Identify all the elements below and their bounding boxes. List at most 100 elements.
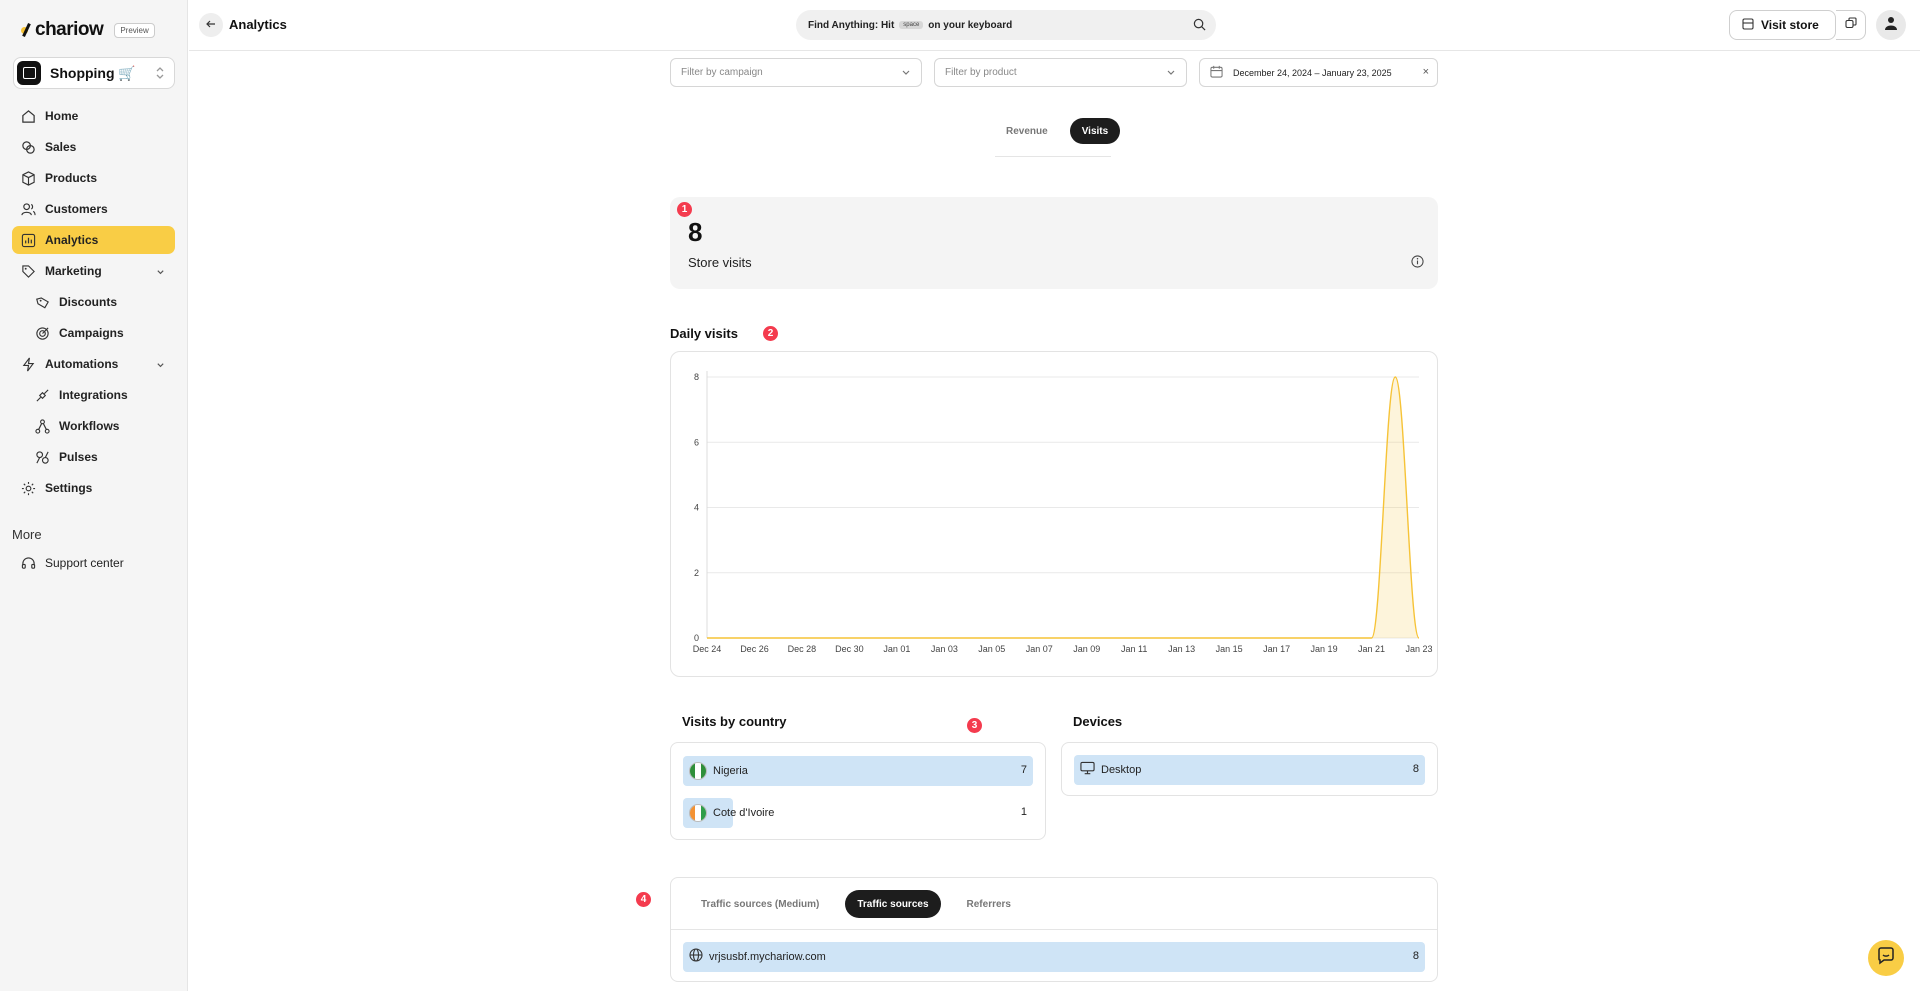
- sidebar: chariow Preview Shopping 🛒 Home Sales Pr…: [0, 0, 188, 991]
- campaign-filter[interactable]: Filter by campaign: [670, 58, 922, 87]
- sidebar-item-settings[interactable]: Settings: [12, 474, 175, 502]
- country-name: Cote d'Ivoire: [713, 807, 775, 819]
- pulses-icon: [34, 449, 50, 465]
- annotation-marker-3: 3: [967, 718, 982, 733]
- date-range-filter[interactable]: December 24, 2024 – January 23, 2025 ×: [1199, 58, 1438, 87]
- y-tick-label: 0: [694, 633, 699, 643]
- visits-by-country-list: Nigeria 7 Cote d'Ivoire 1: [670, 742, 1046, 840]
- monitor-icon: [1080, 761, 1095, 780]
- sidebar-item-integrations[interactable]: Integrations: [12, 381, 175, 409]
- home-icon: [20, 108, 36, 124]
- x-tick-label: Jan 21: [1358, 644, 1385, 654]
- sidebar-item-label: Support center: [45, 556, 124, 570]
- devices-list: Desktop 8: [1061, 742, 1438, 796]
- clear-date-icon[interactable]: ×: [1423, 66, 1429, 78]
- sidebar-item-campaigns[interactable]: Campaigns: [12, 319, 175, 347]
- plug-icon: [34, 387, 50, 403]
- device-row-desktop[interactable]: Desktop 8: [1074, 755, 1425, 785]
- y-tick-label: 4: [694, 503, 699, 513]
- sidebar-item-automations[interactable]: Automations: [12, 350, 175, 378]
- bolt-icon: [20, 356, 36, 372]
- sidebar-item-marketing[interactable]: Marketing: [12, 257, 175, 285]
- search-icon[interactable]: [1193, 18, 1206, 34]
- nigeria-flag-icon: [689, 762, 707, 780]
- tab-visits[interactable]: Visits: [1069, 118, 1121, 144]
- store-icon: [17, 61, 41, 85]
- coins-icon: [20, 139, 36, 155]
- sidebar-item-discounts[interactable]: Discounts: [12, 288, 175, 316]
- workflow-icon: [34, 418, 50, 434]
- sidebar-item-label: Workflows: [59, 419, 120, 433]
- sidebar-item-label: Discounts: [59, 295, 118, 309]
- sidebar-item-label: Products: [45, 171, 98, 185]
- arrow-left-icon: [206, 16, 216, 34]
- support-section: Support center: [12, 549, 175, 580]
- visits-by-country-title: Visits by country: [682, 714, 787, 729]
- chevron-updown-icon: [154, 66, 166, 80]
- more-section-label: More: [12, 527, 42, 542]
- sidebar-item-analytics[interactable]: Analytics: [12, 226, 175, 254]
- device-visits: 8: [1412, 763, 1419, 775]
- country-visits: 1: [1020, 806, 1027, 818]
- sidebar-item-customers[interactable]: Customers: [12, 195, 175, 223]
- traffic-source-row[interactable]: vrjsusbf.mychariow.com 8: [683, 942, 1425, 972]
- x-tick-label: Jan 09: [1073, 644, 1100, 654]
- toggle-divider: [995, 156, 1111, 157]
- page-title: Analytics: [229, 17, 287, 32]
- country-row-cote-divoire[interactable]: Cote d'Ivoire 1: [683, 798, 1033, 828]
- copy-link-button[interactable]: [1836, 10, 1866, 40]
- sidebar-item-pulses[interactable]: Pulses: [12, 443, 175, 471]
- chart-bar-icon: [20, 232, 36, 248]
- brand-logo[interactable]: chariow Preview: [20, 19, 155, 41]
- sidebar-item-label: Analytics: [45, 233, 99, 247]
- discount-tag-icon: [34, 294, 50, 310]
- x-tick-label: Jan 05: [978, 644, 1005, 654]
- tab-traffic-sources-medium[interactable]: Traffic sources (Medium): [689, 890, 831, 918]
- y-tick-label: 8: [694, 372, 699, 382]
- tab-revenue[interactable]: Revenue: [994, 118, 1060, 144]
- global-search[interactable]: Find Anything: Hit space on your keyboar…: [796, 10, 1216, 40]
- sidebar-item-label: Sales: [45, 140, 77, 154]
- device-name: Desktop: [1101, 764, 1142, 776]
- annotation-marker-1: 1: [677, 202, 692, 217]
- chariow-logo-icon: [20, 22, 32, 38]
- globe-icon: [689, 947, 703, 967]
- store-visits-value: 8: [688, 217, 703, 247]
- tab-referrers[interactable]: Referrers: [955, 890, 1023, 918]
- tab-traffic-sources[interactable]: Traffic sources: [845, 890, 941, 918]
- sidebar-item-label: Campaigns: [59, 326, 124, 340]
- x-tick-label: Dec 28: [788, 644, 817, 654]
- country-row-nigeria[interactable]: Nigeria 7: [683, 756, 1033, 786]
- chevron-down-icon: [156, 359, 165, 373]
- keyboard-hint: space: [899, 21, 924, 29]
- sidebar-item-label: Integrations: [59, 388, 128, 402]
- x-tick-label: Jan 15: [1216, 644, 1243, 654]
- country-visits: 7: [1020, 764, 1027, 776]
- product-filter[interactable]: Filter by product: [934, 58, 1187, 87]
- sidebar-item-home[interactable]: Home: [12, 102, 175, 130]
- tag-icon: [20, 263, 36, 279]
- info-icon[interactable]: [1411, 255, 1424, 273]
- headset-icon: [20, 555, 36, 571]
- traffic-sources-card: Traffic sources (Medium) Traffic sources…: [670, 877, 1438, 982]
- box-icon: [20, 170, 36, 186]
- sidebar-item-label: Marketing: [45, 264, 102, 278]
- back-button[interactable]: [199, 13, 223, 37]
- date-range-value: December 24, 2024 – January 23, 2025: [1233, 67, 1392, 78]
- sidebar-item-label: Pulses: [59, 450, 98, 464]
- chat-support-button[interactable]: [1868, 940, 1904, 976]
- sidebar-item-support-center[interactable]: Support center: [12, 549, 175, 577]
- visit-store-button[interactable]: Visit store: [1729, 10, 1836, 40]
- traffic-tabs: Traffic sources (Medium) Traffic sources…: [689, 890, 1023, 918]
- target-icon: [34, 325, 50, 341]
- x-tick-label: Jan 17: [1263, 644, 1290, 654]
- annotation-marker-2: 2: [763, 326, 778, 341]
- x-tick-label: Dec 30: [835, 644, 864, 654]
- sidebar-item-label: Home: [45, 109, 79, 123]
- sidebar-item-products[interactable]: Products: [12, 164, 175, 192]
- store-switcher[interactable]: Shopping 🛒: [13, 57, 175, 89]
- user-avatar[interactable]: [1876, 10, 1906, 40]
- daily-visits-chart-svg: 0 2 4 6 8 Dec 24 Dec 26 Dec 28 Dec 30 Jan 01 Jan 0…: [693, 371, 1433, 654]
- sidebar-item-workflows[interactable]: Workflows: [12, 412, 175, 440]
- sidebar-item-sales[interactable]: Sales: [12, 133, 175, 161]
